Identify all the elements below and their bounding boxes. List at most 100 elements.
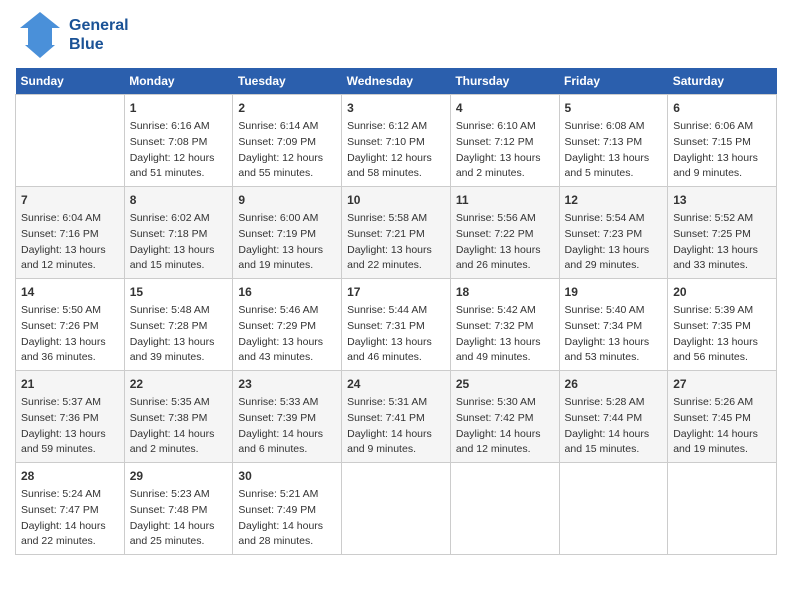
day-number: 24 bbox=[347, 375, 445, 393]
day-info: Sunrise: 5:46 AMSunset: 7:29 PMDaylight:… bbox=[238, 303, 336, 366]
calendar-cell: 10 Sunrise: 5:58 AMSunset: 7:21 PMDayligh… bbox=[342, 187, 451, 279]
calendar-cell: 22 Sunrise: 5:35 AMSunset: 7:38 PMDayligh… bbox=[124, 371, 233, 463]
day-info: Sunrise: 5:42 AMSunset: 7:32 PMDaylight:… bbox=[456, 303, 554, 366]
day-info: Sunrise: 6:00 AMSunset: 7:19 PMDaylight:… bbox=[238, 211, 336, 274]
header-row: SundayMondayTuesdayWednesdayThursdayFrid… bbox=[16, 68, 777, 95]
calendar-cell: 14Sunrise: 5:50 AMSunset: 7:26 PMDayligh… bbox=[16, 279, 125, 371]
day-info: Sunrise: 5:26 AMSunset: 7:45 PMDaylight:… bbox=[673, 395, 771, 458]
day-info: Sunrise: 5:23 AMSunset: 7:48 PMDaylight:… bbox=[130, 487, 228, 550]
calendar-cell: 17 Sunrise: 5:44 AMSunset: 7:31 PMDayligh… bbox=[342, 279, 451, 371]
header-day-monday: Monday bbox=[124, 68, 233, 95]
day-info: Sunrise: 5:52 AMSunset: 7:25 PMDaylight:… bbox=[673, 211, 771, 274]
day-number: 23 bbox=[238, 375, 336, 393]
calendar-cell: 24 Sunrise: 5:31 AMSunset: 7:41 PMDayligh… bbox=[342, 371, 451, 463]
calendar-cell: 9 Sunrise: 6:00 AMSunset: 7:19 PMDaylight… bbox=[233, 187, 342, 279]
day-number: 14 bbox=[21, 283, 119, 301]
day-info: Sunrise: 5:24 AMSunset: 7:47 PMDaylight:… bbox=[21, 487, 119, 550]
day-info: Sunrise: 5:44 AMSunset: 7:31 PMDaylight:… bbox=[347, 303, 445, 366]
logo-text-block: GeneralBlue bbox=[69, 16, 129, 54]
calendar-cell bbox=[450, 463, 559, 555]
calendar-cell: 26 Sunrise: 5:28 AMSunset: 7:44 PMDayligh… bbox=[559, 371, 668, 463]
header-day-friday: Friday bbox=[559, 68, 668, 95]
calendar-cell: 2 Sunrise: 6:14 AMSunset: 7:09 PMDaylight… bbox=[233, 95, 342, 187]
day-number: 7 bbox=[21, 191, 119, 209]
day-number: 25 bbox=[456, 375, 554, 393]
calendar-cell bbox=[559, 463, 668, 555]
calendar-cell: 13 Sunrise: 5:52 AMSunset: 7:25 PMDayligh… bbox=[668, 187, 777, 279]
calendar-table: SundayMondayTuesdayWednesdayThursdayFrid… bbox=[15, 68, 777, 555]
day-number: 30 bbox=[238, 467, 336, 485]
day-number: 1 bbox=[130, 99, 228, 117]
day-number: 15 bbox=[130, 283, 228, 301]
calendar-cell: 3Sunrise: 6:12 AMSunset: 7:10 PMDaylight… bbox=[342, 95, 451, 187]
calendar-week-4: 21 Sunrise: 5:37 AMSunset: 7:36 PMDayligh… bbox=[16, 371, 777, 463]
day-number: 4 bbox=[456, 99, 554, 117]
day-number: 2 bbox=[238, 99, 336, 117]
header-day-wednesday: Wednesday bbox=[342, 68, 451, 95]
day-info: Sunrise: 5:30 AMSunset: 7:42 PMDaylight:… bbox=[456, 395, 554, 458]
day-number: 17 bbox=[347, 283, 445, 301]
day-number: 21 bbox=[21, 375, 119, 393]
day-number: 18 bbox=[456, 283, 554, 301]
day-number: 5 bbox=[565, 99, 663, 117]
header-day-saturday: Saturday bbox=[668, 68, 777, 95]
day-info: Sunrise: 6:04 AMSunset: 7:16 PMDaylight:… bbox=[21, 211, 119, 274]
calendar-week-5: 28Sunrise: 5:24 AMSunset: 7:47 PMDayligh… bbox=[16, 463, 777, 555]
day-number: 26 bbox=[565, 375, 663, 393]
day-info: Sunrise: 5:54 AMSunset: 7:23 PMDaylight:… bbox=[565, 211, 663, 274]
calendar-cell: 20 Sunrise: 5:39 AMSunset: 7:35 PMDayligh… bbox=[668, 279, 777, 371]
day-number: 22 bbox=[130, 375, 228, 393]
day-info: Sunrise: 6:16 AMSunset: 7:08 PMDaylight:… bbox=[130, 119, 228, 182]
day-info: Sunrise: 6:12 AMSunset: 7:10 PMDaylight:… bbox=[347, 119, 445, 182]
calendar-week-3: 14Sunrise: 5:50 AMSunset: 7:26 PMDayligh… bbox=[16, 279, 777, 371]
calendar-cell bbox=[668, 463, 777, 555]
day-info: Sunrise: 5:58 AMSunset: 7:21 PMDaylight:… bbox=[347, 211, 445, 274]
day-info: Sunrise: 5:48 AMSunset: 7:28 PMDaylight:… bbox=[130, 303, 228, 366]
calendar-header: SundayMondayTuesdayWednesdayThursdayFrid… bbox=[16, 68, 777, 95]
calendar-cell: 15 Sunrise: 5:48 AMSunset: 7:28 PMDayligh… bbox=[124, 279, 233, 371]
header-day-sunday: Sunday bbox=[16, 68, 125, 95]
logo-svg bbox=[15, 10, 65, 60]
calendar-cell: 30Sunrise: 5:21 AMSunset: 7:49 PMDayligh… bbox=[233, 463, 342, 555]
day-info: Sunrise: 5:37 AMSunset: 7:36 PMDaylight:… bbox=[21, 395, 119, 458]
day-number: 9 bbox=[238, 191, 336, 209]
day-number: 13 bbox=[673, 191, 771, 209]
day-number: 12 bbox=[565, 191, 663, 209]
day-number: 10 bbox=[347, 191, 445, 209]
day-number: 16 bbox=[238, 283, 336, 301]
day-number: 20 bbox=[673, 283, 771, 301]
day-number: 19 bbox=[565, 283, 663, 301]
calendar-cell: 19 Sunrise: 5:40 AMSunset: 7:34 PMDayligh… bbox=[559, 279, 668, 371]
day-info: Sunrise: 5:31 AMSunset: 7:41 PMDaylight:… bbox=[347, 395, 445, 458]
calendar-cell: 1 Sunrise: 6:16 AMSunset: 7:08 PMDaylight… bbox=[124, 95, 233, 187]
logo-line1: General bbox=[69, 16, 129, 35]
day-info: Sunrise: 6:14 AMSunset: 7:09 PMDaylight:… bbox=[238, 119, 336, 182]
calendar-cell: 4 Sunrise: 6:10 AMSunset: 7:12 PMDaylight… bbox=[450, 95, 559, 187]
logo: GeneralBlue bbox=[15, 10, 129, 60]
day-info: Sunrise: 5:35 AMSunset: 7:38 PMDaylight:… bbox=[130, 395, 228, 458]
calendar-cell: 8 Sunrise: 6:02 AMSunset: 7:18 PMDaylight… bbox=[124, 187, 233, 279]
calendar-week-2: 7 Sunrise: 6:04 AMSunset: 7:16 PMDaylight… bbox=[16, 187, 777, 279]
calendar-cell: 6Sunrise: 6:06 AMSunset: 7:15 PMDaylight… bbox=[668, 95, 777, 187]
calendar-cell: 27Sunrise: 5:26 AMSunset: 7:45 PMDayligh… bbox=[668, 371, 777, 463]
day-info: Sunrise: 5:39 AMSunset: 7:35 PMDaylight:… bbox=[673, 303, 771, 366]
calendar-body: 1 Sunrise: 6:16 AMSunset: 7:08 PMDaylight… bbox=[16, 95, 777, 555]
calendar-cell: 29Sunrise: 5:23 AMSunset: 7:48 PMDayligh… bbox=[124, 463, 233, 555]
calendar-week-1: 1 Sunrise: 6:16 AMSunset: 7:08 PMDaylight… bbox=[16, 95, 777, 187]
calendar-cell: 11Sunrise: 5:56 AMSunset: 7:22 PMDayligh… bbox=[450, 187, 559, 279]
day-number: 8 bbox=[130, 191, 228, 209]
calendar-cell: 21 Sunrise: 5:37 AMSunset: 7:36 PMDayligh… bbox=[16, 371, 125, 463]
day-info: Sunrise: 6:02 AMSunset: 7:18 PMDaylight:… bbox=[130, 211, 228, 274]
calendar-cell: 5 Sunrise: 6:08 AMSunset: 7:13 PMDaylight… bbox=[559, 95, 668, 187]
calendar-cell: 28Sunrise: 5:24 AMSunset: 7:47 PMDayligh… bbox=[16, 463, 125, 555]
day-info: Sunrise: 6:08 AMSunset: 7:13 PMDaylight:… bbox=[565, 119, 663, 182]
calendar-cell: 25 Sunrise: 5:30 AMSunset: 7:42 PMDayligh… bbox=[450, 371, 559, 463]
day-info: Sunrise: 5:56 AMSunset: 7:22 PMDaylight:… bbox=[456, 211, 554, 274]
calendar-cell: 7 Sunrise: 6:04 AMSunset: 7:16 PMDaylight… bbox=[16, 187, 125, 279]
day-info: Sunrise: 6:10 AMSunset: 7:12 PMDaylight:… bbox=[456, 119, 554, 182]
day-info: Sunrise: 5:40 AMSunset: 7:34 PMDaylight:… bbox=[565, 303, 663, 366]
day-info: Sunrise: 5:28 AMSunset: 7:44 PMDaylight:… bbox=[565, 395, 663, 458]
calendar-cell bbox=[16, 95, 125, 187]
day-info: Sunrise: 5:33 AMSunset: 7:39 PMDaylight:… bbox=[238, 395, 336, 458]
header-day-thursday: Thursday bbox=[450, 68, 559, 95]
